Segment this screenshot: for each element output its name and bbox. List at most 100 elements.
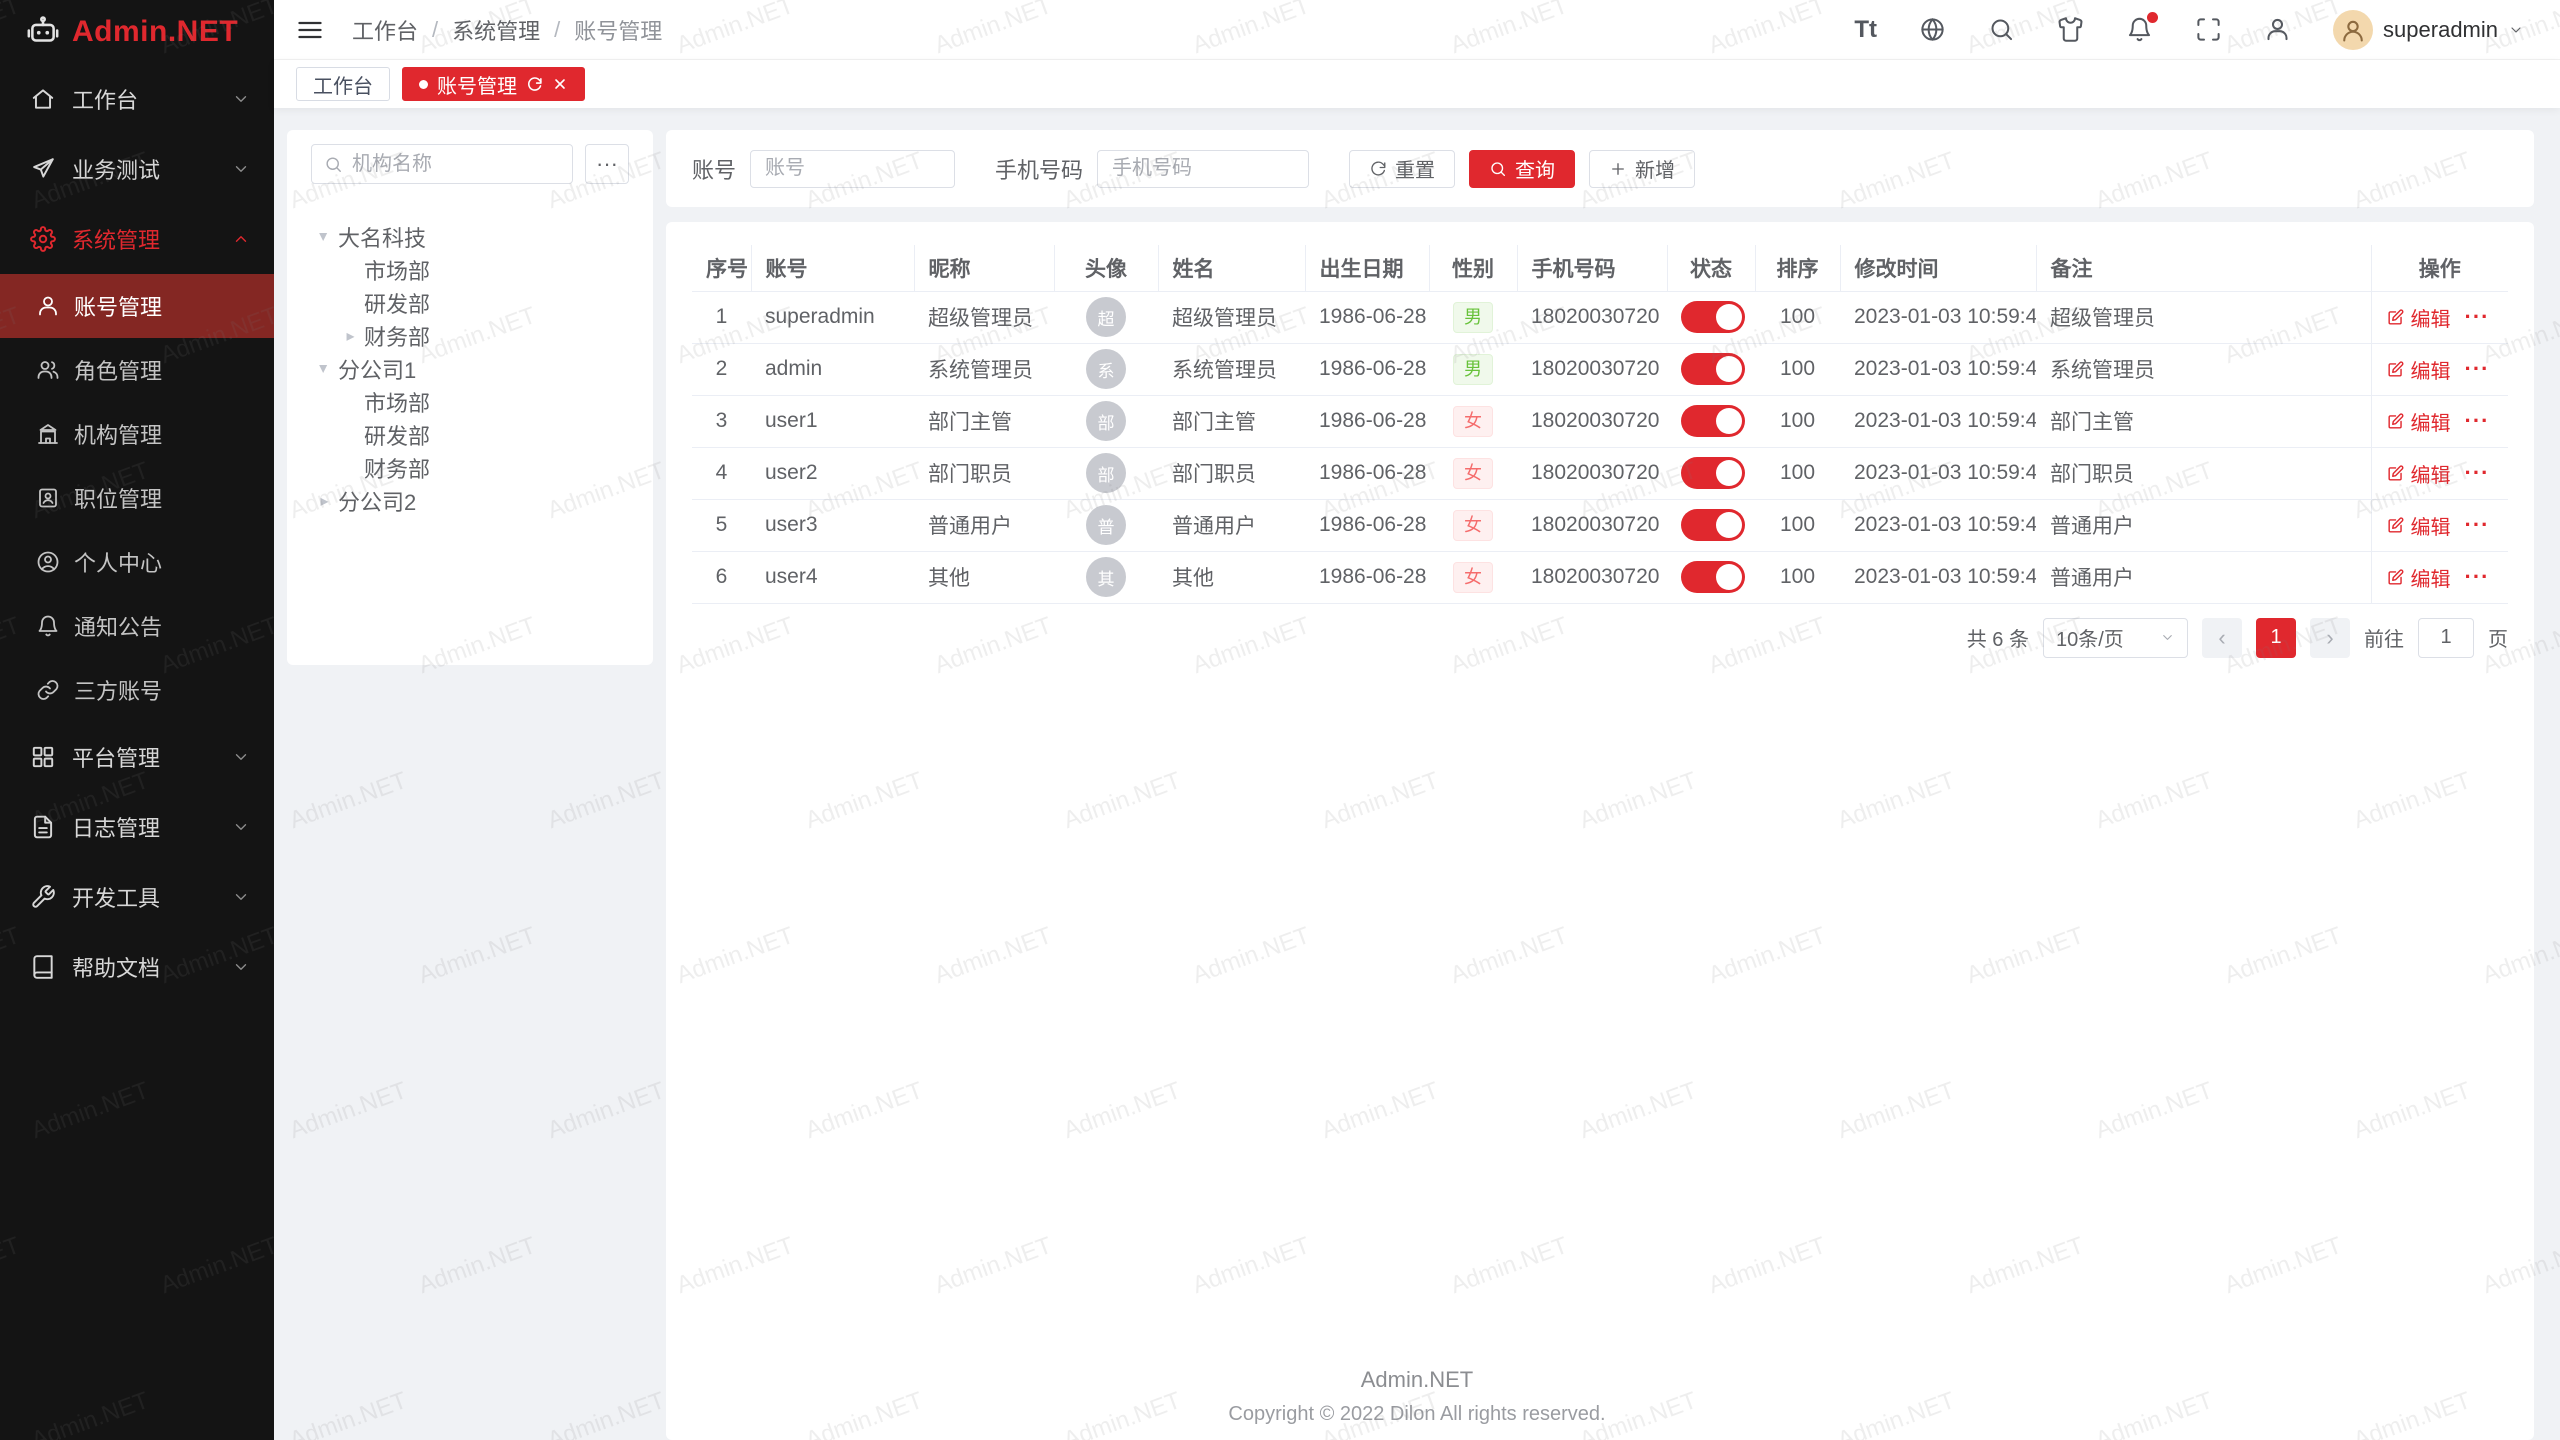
caret-icon[interactable]: ▸ <box>311 491 338 511</box>
sidebar-item-role-management[interactable]: 角色管理 <box>0 338 274 402</box>
cell-modified-time: 2023-01-03 10:59:44 <box>1840 447 2036 499</box>
document-icon <box>30 814 56 840</box>
cell-name: 超级管理员 <box>1158 291 1305 343</box>
next-page-button[interactable]: › <box>2310 618 2350 658</box>
refresh-icon[interactable] <box>526 76 543 93</box>
tab-workbench[interactable]: 工作台 <box>296 67 390 101</box>
org-search-field[interactable] <box>311 144 573 184</box>
account-filter-input[interactable] <box>750 150 955 188</box>
sidebar-item-profile-center[interactable]: 个人中心 <box>0 530 274 594</box>
tree-node[interactable]: ▸研发部 <box>311 418 629 451</box>
caret-icon[interactable]: ▸ <box>337 326 364 346</box>
sidebar-menu: 工作台 业务测试 系统管理 账号管理 角色管理 <box>0 64 274 1002</box>
status-toggle[interactable] <box>1681 561 1745 593</box>
status-toggle[interactable] <box>1681 509 1745 541</box>
sidebar-item-log-management[interactable]: 日志管理 <box>0 792 274 862</box>
column-header: 操作 <box>2371 245 2508 291</box>
fullscreen-icon[interactable] <box>2195 16 2222 43</box>
tree-node[interactable]: ▸市场部 <box>311 385 629 418</box>
cell-birthdate: 1986-06-28 <box>1305 551 1429 603</box>
close-icon[interactable] <box>552 76 568 92</box>
status-toggle[interactable] <box>1681 457 1745 489</box>
search-icon[interactable] <box>1988 16 2015 43</box>
sidebar-item-position-management[interactable]: 职位管理 <box>0 466 274 530</box>
prev-page-button[interactable]: ‹ <box>2202 618 2242 658</box>
sidebar-item-label: 机构管理 <box>74 418 162 450</box>
column-header: 序号 <box>692 245 751 291</box>
sidebar-item-account-management[interactable]: 账号管理 <box>0 274 274 338</box>
column-header: 出生日期 <box>1305 245 1429 291</box>
tree-node[interactable]: ▸市场部 <box>311 253 629 286</box>
more-actions-button[interactable]: ··· <box>2465 306 2490 328</box>
breadcrumb-item[interactable]: 系统管理 <box>452 14 540 46</box>
cell-no: 3 <box>692 395 751 447</box>
edit-button[interactable]: 编辑 <box>2386 563 2451 592</box>
org-more-button[interactable]: ··· <box>585 144 629 184</box>
sidebar-item-workbench[interactable]: 工作台 <box>0 64 274 134</box>
hamburger-menu-icon[interactable] <box>296 16 324 44</box>
tree-node[interactable]: ▸财务部 <box>311 451 629 484</box>
query-button[interactable]: 查询 <box>1469 150 1575 188</box>
sidebar-item-platform-management[interactable]: 平台管理 <box>0 722 274 792</box>
sidebar-item-label: 三方账号 <box>74 674 162 706</box>
more-actions-button[interactable]: ··· <box>2465 410 2490 432</box>
sidebar-item-system-management[interactable]: 系统管理 <box>0 204 274 274</box>
add-button[interactable]: 新增 <box>1589 150 1695 188</box>
user-icon[interactable] <box>2264 16 2291 43</box>
org-tree: ▸大名科技 ▸市场部 ▸研发部 ▸财务部 ▸分公司1 ▸市场部 ▸研发部 ▸财务… <box>311 220 629 517</box>
tree-node[interactable]: ▸分公司1 <box>311 352 629 385</box>
more-actions-button[interactable]: ··· <box>2465 462 2490 484</box>
org-search-input[interactable] <box>352 153 560 176</box>
tree-node[interactable]: ▸研发部 <box>311 286 629 319</box>
filter-bar: 账号 手机号码 重置 查询 新增 <box>666 130 2534 207</box>
pagination-total: 共 6 条 <box>1967 623 2029 652</box>
cell-nickname: 普通用户 <box>914 499 1054 551</box>
caret-icon[interactable]: ▸ <box>311 227 338 247</box>
notification-bell-icon[interactable] <box>2126 16 2153 43</box>
more-actions-button[interactable]: ··· <box>2465 358 2490 380</box>
edit-button[interactable]: 编辑 <box>2386 303 2451 332</box>
page-number-button[interactable]: 1 <box>2256 618 2296 658</box>
reset-button[interactable]: 重置 <box>1349 150 1455 188</box>
user-menu[interactable]: superadmin <box>2333 10 2524 50</box>
chevron-down-icon <box>2508 22 2524 38</box>
status-toggle[interactable] <box>1681 353 1745 385</box>
sidebar-item-business-test[interactable]: 业务测试 <box>0 134 274 204</box>
sidebar-item-notice[interactable]: 通知公告 <box>0 594 274 658</box>
tree-node[interactable]: ▸大名科技 <box>311 220 629 253</box>
users-icon <box>36 358 60 382</box>
edit-button[interactable]: 编辑 <box>2386 459 2451 488</box>
sidebar-item-dev-tools[interactable]: 开发工具 <box>0 862 274 932</box>
edit-button[interactable]: 编辑 <box>2386 355 2451 384</box>
page-size-value: 10条/页 <box>2056 623 2124 652</box>
page-size-select[interactable]: 10条/页 <box>2043 618 2188 658</box>
globe-icon[interactable] <box>1919 16 1946 43</box>
more-actions-button[interactable]: ··· <box>2465 566 2490 588</box>
sidebar-item-org-management[interactable]: 机构管理 <box>0 402 274 466</box>
goto-label: 前往 <box>2364 623 2404 652</box>
theme-shirt-icon[interactable] <box>2057 16 2084 43</box>
cell-name: 其他 <box>1158 551 1305 603</box>
active-tab-dot <box>419 80 428 89</box>
gender-badge: 女 <box>1453 458 1493 489</box>
caret-icon[interactable]: ▸ <box>311 359 338 379</box>
tree-node[interactable]: ▸财务部 <box>311 319 629 352</box>
sidebar-item-label: 业务测试 <box>72 153 232 185</box>
cell-birthdate: 1986-06-28 <box>1305 499 1429 551</box>
breadcrumb-item[interactable]: 工作台 <box>352 14 418 46</box>
status-toggle[interactable] <box>1681 405 1745 437</box>
edit-button[interactable]: 编辑 <box>2386 407 2451 436</box>
edit-button[interactable]: 编辑 <box>2386 511 2451 540</box>
tree-node[interactable]: ▸分公司2 <box>311 484 629 517</box>
more-actions-button[interactable]: ··· <box>2465 514 2490 536</box>
font-size-icon[interactable]: Tt <box>1854 18 1877 42</box>
tab-account-management[interactable]: 账号管理 <box>402 67 585 101</box>
accounts-table-card: 序号 账号 昵称 头像 姓名 出生日期 性别 手机号码 状态 排序 修改时间 <box>666 222 2534 1440</box>
column-header: 昵称 <box>914 245 1054 291</box>
org-search-row: ··· <box>311 144 629 184</box>
goto-page-input[interactable] <box>2418 618 2474 658</box>
sidebar-item-third-party-account[interactable]: 三方账号 <box>0 658 274 722</box>
sidebar-item-help-docs[interactable]: 帮助文档 <box>0 932 274 1002</box>
phone-filter-input[interactable] <box>1097 150 1309 188</box>
status-toggle[interactable] <box>1681 301 1745 333</box>
